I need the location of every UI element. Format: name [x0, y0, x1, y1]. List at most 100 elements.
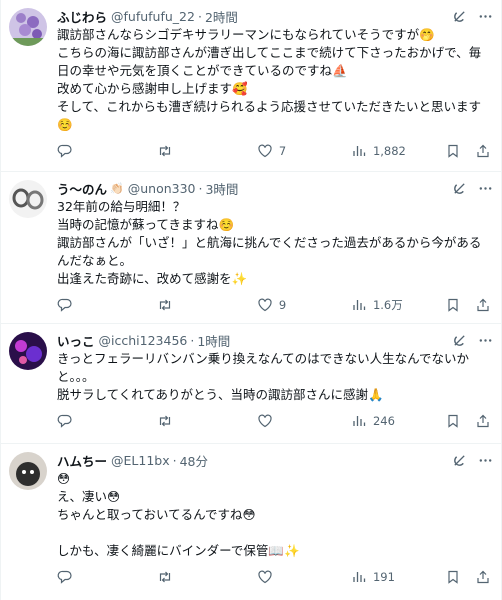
author-handle[interactable]: @EL11bx — [111, 453, 170, 468]
views-icon — [353, 572, 366, 582]
author-handle[interactable]: @unon330 — [128, 181, 196, 196]
view-count: 246 — [372, 414, 395, 428]
tweet-line: え、凄い😳 — [57, 489, 121, 504]
reply-button[interactable] — [57, 569, 157, 585]
author-name[interactable]: ハムちー — [57, 451, 107, 470]
retweet-button[interactable] — [157, 413, 257, 429]
tweet-actions: 246 — [57, 404, 491, 438]
secondary-actions — [445, 297, 491, 313]
heart-icon — [258, 144, 272, 158]
author-handle[interactable]: @fufufufu_22 — [111, 9, 195, 24]
avatar[interactable] — [9, 452, 47, 490]
tweet-line: 諏訪部さんならシゴデキサラリーマンにもなられていそうですが🤭 — [57, 27, 435, 42]
tweet-text: 32年前の給与明細！？ 当時の記憶が蘇ってきますね☺️ 諏訪部さんが「いざ！」と… — [57, 198, 491, 288]
timestamp[interactable]: 48分 — [180, 451, 208, 470]
header-actions — [451, 452, 493, 468]
reply-button[interactable] — [57, 413, 157, 429]
secondary-actions — [445, 413, 491, 429]
author-name[interactable]: いっこ — [57, 331, 95, 350]
retweet-button[interactable] — [157, 297, 257, 313]
like-button[interactable] — [257, 413, 351, 429]
timestamp[interactable]: 1時間 — [197, 331, 230, 350]
heart-icon — [258, 414, 272, 428]
bookmark-icon[interactable] — [445, 143, 461, 159]
more-icon[interactable] — [477, 452, 493, 468]
tweet-line: こちらの海に諏訪部さんが漕ぎ出してここまで続けて下さったおかげで、毎 — [57, 45, 482, 60]
tweet-actions: 191 — [57, 560, 491, 594]
separator-dot: · — [190, 332, 195, 348]
tweet-text: 😳 え、凄い😳 ちゃんと取っておいてるんですね😳 しかも、凄く綺麗にバインダーで… — [57, 470, 491, 560]
avatar[interactable] — [9, 180, 47, 218]
view-count: 191 — [372, 570, 395, 584]
avatar[interactable] — [9, 8, 47, 46]
reply-icon — [57, 144, 72, 158]
tweet-line: 当時の記憶が蘇ってきますね☺️ — [57, 217, 235, 232]
retweet-icon — [159, 299, 171, 311]
tweet-header: う〜のん 👏🏻 @unon330 · 3時間 — [57, 178, 491, 198]
like-count: 7 — [278, 144, 287, 158]
tweet-line: 32年前の給与明細！？ — [57, 199, 186, 214]
grok-icon[interactable] — [451, 180, 467, 196]
more-icon[interactable] — [477, 8, 493, 24]
grok-icon[interactable] — [451, 332, 467, 348]
reply-icon — [57, 414, 72, 428]
separator-dot: · — [198, 180, 203, 196]
tweet-line: 出逢えた奇跡に、改めて感謝を✨ — [57, 271, 248, 286]
like-count: 9 — [278, 298, 287, 312]
timestamp[interactable]: 2時間 — [205, 7, 238, 26]
views-button[interactable]: 246 — [351, 413, 445, 429]
separator-dot: · — [197, 8, 202, 24]
tweet[interactable]: ハムちー @EL11bx · 48分 😳 え、凄い😳 ちゃんと取っておいてるんで… — [1, 444, 501, 600]
more-icon[interactable] — [477, 332, 493, 348]
tweet-line: しかも、凄く綺麗にバインダーで保管📖✨ — [57, 543, 300, 558]
share-icon[interactable] — [475, 297, 491, 313]
views-icon — [353, 146, 366, 156]
tweet-header: ふじわら @fufufufu_22 · 2時間 — [57, 6, 491, 26]
author-name[interactable]: う〜のん — [57, 179, 107, 198]
share-icon[interactable] — [475, 143, 491, 159]
retweet-button[interactable] — [157, 569, 257, 585]
views-button[interactable]: 1.6万 — [351, 297, 445, 313]
name-badge-emoji: 👏🏻 — [110, 181, 124, 195]
avatar[interactable] — [9, 332, 47, 370]
author-name[interactable]: ふじわら — [57, 7, 107, 26]
secondary-actions — [445, 569, 491, 585]
retweet-icon — [159, 571, 171, 583]
view-count: 1.6万 — [372, 298, 403, 312]
tweet-line — [57, 524, 491, 542]
retweet-button[interactable] — [157, 143, 257, 159]
heart-icon — [258, 298, 272, 312]
bookmark-icon[interactable] — [445, 297, 461, 313]
tweet-line: 😳 — [57, 471, 71, 486]
tweet[interactable]: いっこ @icchi123456 · 1時間 きっとフェラーリバンバン乗り換えな… — [1, 324, 501, 444]
reply-button[interactable] — [57, 143, 157, 159]
grok-icon[interactable] — [451, 452, 467, 468]
timestamp[interactable]: 3時間 — [205, 179, 238, 198]
tweet-actions: 7 1,882 — [57, 134, 491, 168]
reply-icon — [57, 570, 72, 584]
share-icon[interactable] — [475, 569, 491, 585]
views-icon — [353, 416, 366, 426]
more-icon[interactable] — [477, 180, 493, 196]
like-button[interactable] — [257, 569, 351, 585]
like-button[interactable]: 9 — [257, 297, 351, 313]
views-button[interactable]: 1,882 — [351, 143, 445, 159]
like-button[interactable]: 7 — [257, 143, 351, 159]
grok-icon[interactable] — [451, 8, 467, 24]
bookmark-icon[interactable] — [445, 569, 461, 585]
header-actions — [451, 180, 493, 196]
reply-button[interactable] — [57, 297, 157, 313]
tweet[interactable]: ふじわら @fufufufu_22 · 2時間 諏訪部さんならシゴデキサラリーマ… — [1, 0, 501, 172]
tweet-text: きっとフェラーリバンバン乗り換えなんてのはできない人生なんでないかと。。。 脱サ… — [57, 350, 491, 404]
views-button[interactable]: 191 — [351, 569, 445, 585]
tweet[interactable]: う〜のん 👏🏻 @unon330 · 3時間 32年前の給与明細！？ 当時の記憶… — [1, 172, 501, 324]
tweet-header: いっこ @icchi123456 · 1時間 — [57, 330, 491, 350]
tweet-line: そして、これからも漕ぎ続けられるよう応援させていただきたいと思います — [57, 99, 482, 114]
views-icon — [353, 300, 366, 310]
bookmark-icon[interactable] — [445, 413, 461, 429]
share-icon[interactable] — [475, 413, 491, 429]
heart-icon — [258, 570, 272, 584]
tweet-line: きっとフェラーリバンバン乗り換えなんてのはできない人生なんでないかと。。。 — [57, 351, 470, 384]
author-handle[interactable]: @icchi123456 — [99, 333, 188, 348]
separator-dot: · — [172, 452, 177, 468]
